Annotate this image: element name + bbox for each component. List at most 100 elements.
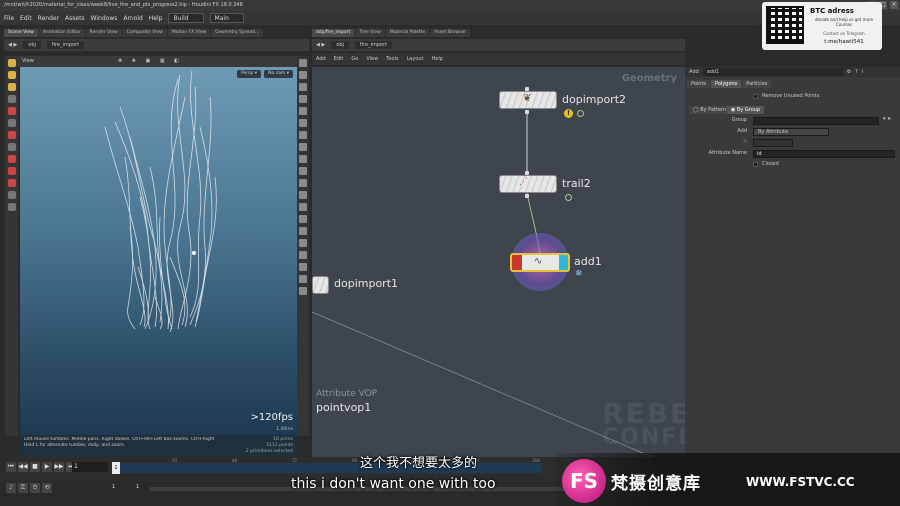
tab-particles[interactable]: Particles: [742, 80, 772, 88]
menu-windows[interactable]: Windows: [91, 15, 118, 22]
normals-icon[interactable]: [299, 107, 307, 115]
shelf-set-select[interactable]: Main: [209, 13, 244, 23]
node-dopimport1[interactable]: [312, 276, 329, 294]
warning-icon[interactable]: !: [564, 109, 573, 118]
magnet-icon[interactable]: [7, 179, 16, 187]
info-icon[interactable]: [577, 110, 584, 117]
visibility-icon[interactable]: [299, 179, 307, 187]
rotate-tool-icon[interactable]: [7, 83, 16, 91]
points-icon[interactable]: [299, 95, 307, 103]
ghost-icon[interactable]: [299, 167, 307, 175]
path-obj[interactable]: obj: [23, 41, 41, 49]
lock-icon[interactable]: [299, 59, 307, 67]
tab-network-view[interactable]: /obj/fire_import: [312, 29, 355, 37]
current-frame-field[interactable]: 1: [72, 462, 108, 472]
jump-start-button[interactable]: ⏮: [6, 462, 16, 472]
playback-start-field[interactable]: 1: [136, 484, 139, 490]
node-output-dot[interactable]: [525, 110, 529, 114]
group-field[interactable]: [753, 117, 879, 125]
grid-icon[interactable]: [299, 131, 307, 139]
net-menu-tools[interactable]: Tools: [386, 56, 398, 62]
move-tool-icon[interactable]: [7, 71, 16, 79]
handle-tool-icon[interactable]: [7, 107, 16, 115]
tab-points[interactable]: Points: [687, 80, 711, 88]
node-name-field[interactable]: add1: [702, 68, 843, 76]
tab-motion-fx-view[interactable]: Motion FX View: [167, 29, 211, 37]
back-icon[interactable]: ◀ ▶: [8, 42, 17, 48]
primitive-icon[interactable]: [299, 227, 307, 235]
wireframe-icon[interactable]: [299, 71, 307, 79]
scale-tool-icon[interactable]: [7, 95, 16, 103]
camera-icon[interactable]: [7, 203, 16, 211]
flipbook-icon[interactable]: [299, 287, 307, 295]
edge-icon[interactable]: [299, 239, 307, 247]
gear-icon[interactable]: ⚙: [847, 69, 851, 75]
template-icon[interactable]: [299, 191, 307, 199]
menu-arnold[interactable]: Arnold: [123, 15, 142, 22]
tab-composite-view[interactable]: Composite View: [122, 29, 167, 37]
timeline-track[interactable]: 1: [112, 462, 542, 474]
object-icon[interactable]: [299, 263, 307, 271]
guide-icon[interactable]: [299, 155, 307, 163]
net-menu-add[interactable]: Add: [316, 56, 326, 62]
info-icon[interactable]: i: [862, 69, 863, 75]
freeze-icon[interactable]: ❄: [575, 269, 583, 279]
by-group-radio[interactable]: ◉ By Group: [727, 106, 765, 114]
node-label-dopimport1[interactable]: dopimport1: [334, 277, 398, 290]
render-region-icon[interactable]: [7, 191, 16, 199]
tab-material-palette[interactable]: Material Palette: [385, 29, 430, 37]
closed-checkbox[interactable]: [753, 162, 758, 167]
step-back-button[interactable]: ◀◀: [18, 462, 28, 472]
shading-icon[interactable]: [299, 83, 307, 91]
global-start-field[interactable]: 1: [112, 484, 115, 490]
geometry-icon[interactable]: [299, 215, 307, 223]
selection-icon[interactable]: [299, 203, 307, 211]
node-label-pointvop1[interactable]: pointvop1: [316, 401, 371, 414]
tab-scene-view[interactable]: Scene View: [4, 29, 38, 37]
realtime-icon[interactable]: ⏱: [30, 483, 40, 493]
snapshot-icon[interactable]: [299, 275, 307, 283]
menu-file[interactable]: File: [4, 15, 14, 22]
tab-tree-view[interactable]: Tree View: [355, 29, 385, 37]
node-add1[interactable]: ∿: [510, 253, 570, 272]
path-fire-import[interactable]: fire_import: [354, 41, 393, 49]
add-menu[interactable]: By Attribute: [753, 128, 829, 136]
attribute-name-field[interactable]: id: [753, 150, 895, 158]
tab-asset-browser[interactable]: Asset Browser: [430, 29, 471, 37]
view-tool-icon[interactable]: [7, 143, 16, 151]
path-fire-import[interactable]: fire_import: [46, 41, 85, 49]
node-label-trail2[interactable]: trail2: [562, 177, 591, 190]
menu-assets[interactable]: Assets: [65, 15, 85, 22]
menu-edit[interactable]: Edit: [20, 15, 32, 22]
pose-tool-icon[interactable]: [7, 119, 16, 127]
tab-geometry-spreadsheet[interactable]: Geometry Spread...: [211, 29, 264, 37]
net-menu-help[interactable]: Help: [432, 56, 443, 62]
background-icon[interactable]: [299, 143, 307, 151]
n-field[interactable]: [753, 139, 793, 147]
display-flag[interactable]: [559, 255, 568, 270]
scene-viewport[interactable]: Persp ▾ No cam ▾ >120fps 1.40ms: [20, 67, 297, 435]
keys-icon[interactable]: ⚿: [18, 483, 28, 493]
menu-render[interactable]: Render: [38, 15, 59, 22]
net-menu-view[interactable]: View: [366, 56, 378, 62]
desktop-select[interactable]: Build: [168, 13, 204, 23]
net-menu-edit[interactable]: Edit: [334, 56, 344, 62]
group-menu-icon[interactable]: ▾ ➤: [883, 116, 891, 122]
net-menu-layout[interactable]: Layout: [407, 56, 424, 62]
bypass-flag[interactable]: [512, 255, 522, 270]
select-tool-icon[interactable]: [7, 59, 16, 67]
node-label-add1[interactable]: add1: [574, 255, 602, 268]
tab-animation-editor[interactable]: Animation Editor: [38, 29, 85, 37]
viewport-display-options-icon[interactable]: ✥ ✥ ▣ ▦ ◧: [118, 56, 183, 67]
back-icon[interactable]: ◀ ▶: [316, 42, 325, 48]
stop-button[interactable]: ■: [30, 462, 40, 472]
net-menu-go[interactable]: Go: [351, 56, 358, 62]
tab-render-view[interactable]: Render View: [85, 29, 122, 37]
info-icon[interactable]: [565, 194, 572, 201]
time-cursor[interactable]: 1: [112, 462, 120, 474]
node-label-dopimport2[interactable]: dopimport2: [562, 93, 626, 106]
close-button[interactable]: ×: [890, 1, 898, 9]
audio-icon[interactable]: ♪: [6, 483, 16, 493]
path-obj[interactable]: obj: [331, 41, 349, 49]
snap-grid-icon[interactable]: [7, 155, 16, 163]
